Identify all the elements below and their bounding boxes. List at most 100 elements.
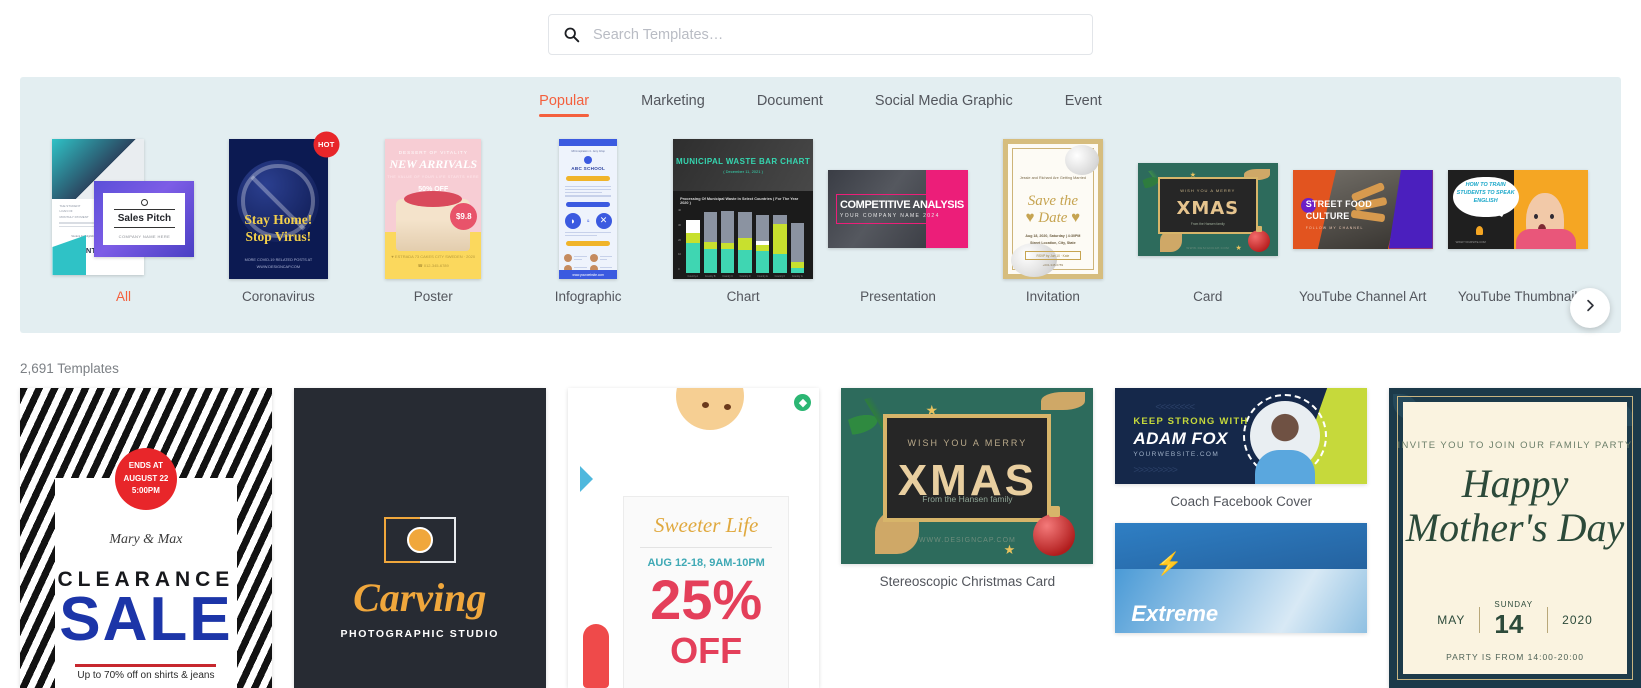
template-card-extreme[interactable]: ⚡ Extreme	[1115, 523, 1368, 633]
category-item-card[interactable]: ★ ★ ★ WISH YOU A MERRY XMAS From the Han…	[1130, 129, 1285, 304]
coach-t3: YOURWEBSITE.COM	[1133, 451, 1220, 458]
yt-bubble-text: HOW TO TRAIN STUDENTS TO SPEAK ENGLISH	[1456, 181, 1515, 205]
pitch-title: Sales Pitch	[117, 213, 172, 224]
category-item-youtube-channel-art[interactable]: STREET FOOD CULTURE FOLLOW MY CHANNEL Yo…	[1285, 129, 1440, 304]
chevron-right-icon	[1584, 299, 1597, 317]
category-label-card: Card	[1193, 289, 1223, 304]
carousel-next-button[interactable]	[1570, 288, 1610, 328]
verified-icon: ◆	[794, 394, 812, 411]
tab-popular[interactable]: Popular	[513, 93, 615, 117]
pitch-dot-icon	[140, 198, 148, 206]
category-thumb-coronavirus: HOT Stay Home! Stop Virus! MORE COVID-19…	[201, 133, 356, 279]
surfer-icon: ⚡	[1155, 551, 1183, 576]
category-item-infographic[interactable]: MO-Inspiration 4 - Amy Crisp ABC SCHOOL …	[511, 129, 666, 304]
yc-t3: FOLLOW MY CHANNEL	[1305, 225, 1364, 230]
iv-top: Jessie and Richard Are Getting Married	[1019, 176, 1087, 180]
category-label-chart: Chart	[726, 289, 760, 304]
category-thumb-poster: DESSERT OF VITALITY NEW ARRIVALS THE VAL…	[356, 139, 511, 279]
category-item-all[interactable]: THE STUDENT LOAN OF MONTHLY PAYMENT Studen…	[46, 129, 201, 304]
tab-document[interactable]: Document	[731, 93, 849, 117]
clearance-sub: Up to 70% off on shirts & jeans	[77, 670, 215, 681]
hot-badge: HOT	[314, 133, 338, 156]
category-row: THE STUDENT LOAN OF MONTHLY PAYMENT Studen…	[20, 129, 1621, 304]
template-grid: ENDS AT AUGUST 22 5:00PM Mary & Max CLEA…	[20, 388, 1641, 688]
clearance-names: Mary & Max	[109, 532, 183, 547]
category-thumb-card: ★ ★ ★ WISH YOU A MERRY XMAS From the Han…	[1130, 139, 1285, 279]
template-card-happy-mothers-day[interactable]: INVITE YOU TO JOIN OUR FAMILY PARTY Happ…	[1389, 388, 1641, 688]
popsicle-icon	[582, 624, 609, 688]
category-thumb-presentation: COMPETITIVE ANALYSIS YOUR COMPANY NAME 2…	[821, 139, 976, 279]
in-title: ABC SCHOOL	[571, 166, 606, 171]
tab-social-media-graphic[interactable]: Social Media Graphic	[849, 93, 1039, 117]
category-item-presentation[interactable]: COMPETITIVE ANALYSIS YOUR COMPANY NAME 2…	[821, 129, 976, 304]
po-t3: THE VALUE OF YOUR LIFE STARTS HERE	[387, 175, 480, 179]
category-item-chart[interactable]: MUNICIPAL WASTE BAR CHART ( December 11,…	[666, 129, 821, 304]
iv-d2: Street Location, City, State	[1030, 241, 1076, 246]
price-badge: $9.8	[450, 203, 478, 230]
extreme-title: Extreme	[1131, 601, 1219, 626]
category-item-invitation[interactable]: Jessie and Richard Are Getting Married S…	[975, 129, 1130, 304]
close-icon: ✕	[595, 212, 612, 229]
bulb-icon	[1475, 225, 1483, 235]
cv-line1: Stay Home!	[244, 211, 313, 227]
chart-caption: Processing Of Municipal Waste In Select …	[680, 197, 799, 205]
category-item-coronavirus[interactable]: HOT Stay Home! Stop Virus! MORE COVID-19…	[201, 129, 356, 304]
ornament-icon	[1033, 506, 1076, 556]
yc-t2: CULTURE	[1305, 210, 1350, 221]
md-t2: PARTY IS FROM 14:00-20:00	[1446, 652, 1585, 662]
chart-title: MUNICIPAL WASTE BAR CHART	[676, 156, 811, 166]
search-box[interactable]	[548, 14, 1093, 55]
cv-line2: Stop Virus!	[245, 228, 312, 244]
category-panel: Popular Marketing Document Social Media …	[20, 77, 1621, 333]
category-thumb-youtube-thumbnail: HOW TO TRAIN STUDENTS TO SPEAK ENGLISH W…	[1440, 139, 1595, 279]
school-icon	[584, 156, 593, 164]
in-pill-1	[566, 176, 611, 181]
pr-subtitle: YOUR COMPANY NAME 2024	[839, 213, 940, 219]
chart-date: ( December 11, 2021 )	[723, 168, 763, 174]
cv-foot2: WWW.DESIGNCAP.COM	[256, 264, 301, 269]
category-label-presentation: Presentation	[860, 289, 936, 304]
template-card-carving[interactable]: Carving PHOTOGRAPHIC STUDIO	[293, 388, 546, 688]
template-card-coach-facebook-cover[interactable]: <<<<<<<< >>>>>>>>> KEEP STRONG WITH ADAM…	[1115, 388, 1368, 509]
md-weekday: SUNDAY	[1494, 600, 1534, 609]
flower-top-icon	[1064, 145, 1099, 175]
carving-title: Carving	[353, 575, 487, 620]
category-item-youtube-thumbnail[interactable]: HOW TO TRAIN STUDENTS TO SPEAK ENGLISH W…	[1440, 129, 1595, 304]
category-item-poster[interactable]: DESSERT OF VITALITY NEW ARRIVALS THE VAL…	[356, 129, 511, 304]
po-addr: ♥ ESTRADA 73 CAKES CITY SWEDEN · 2020	[391, 254, 476, 260]
category-label-coronavirus: Coronavirus	[241, 289, 315, 304]
ribbon2-icon	[1041, 392, 1086, 410]
speaker-icon: ◗	[564, 212, 581, 229]
category-thumb-invitation: Jessie and Richard Are Getting Married S…	[975, 139, 1130, 279]
search-icon	[563, 26, 580, 43]
ends-at-badge: ENDS AT AUGUST 22 5:00PM	[114, 448, 177, 510]
in-sup: MO-Inspiration 4 - Amy Crisp	[571, 150, 605, 153]
category-thumb-chart: MUNICIPAL WASTE BAR CHART ( December 11,…	[666, 139, 821, 279]
search-input[interactable]	[591, 25, 1078, 44]
iv-d1: Aug 18, 2020, Saturday | 4:30PM	[1025, 234, 1081, 238]
template-card-sweeter-life[interactable]: ◆ Sweeter Life AUG 12-18, 9AM-10PM 25% O…	[567, 388, 820, 688]
iv-big1: Save the	[1027, 193, 1079, 209]
carving-sub: PHOTOGRAPHIC STUDIO	[340, 628, 500, 640]
yt-url: WWW.YOURSITE.COM	[1455, 239, 1486, 244]
category-label-youtube-thumbnail: YouTube Thumbnail	[1457, 289, 1578, 304]
category-label-infographic: Infographic	[554, 289, 622, 304]
clearance-sale-word: SALE	[59, 585, 233, 654]
po-t2: NEW ARRIVALS	[389, 157, 477, 171]
tab-event[interactable]: Event	[1039, 93, 1128, 117]
sweeter-title: Sweeter Life	[653, 513, 759, 537]
template-card-clearance-sale[interactable]: ENDS AT AUGUST 22 5:00PM Mary & Max CLEA…	[20, 388, 272, 688]
template-card-stereoscopic-christmas[interactable]: ★ ★ ★ WISH YOU A MERRY XMAS From the Han…	[841, 388, 1094, 589]
po-t1: DESSERT OF VITALITY	[398, 150, 468, 155]
in-footer: www.yourwebsite.com	[559, 270, 618, 279]
flower-bottom-icon	[1010, 243, 1057, 277]
triangle-icon	[580, 466, 606, 492]
category-label-invitation: Invitation	[1025, 289, 1080, 304]
template-count: 2,691 Templates	[20, 361, 119, 376]
yc-t1: STREET FOOD	[1305, 198, 1372, 209]
category-thumb-infographic: MO-Inspiration 4 - Amy Crisp ABC SCHOOL …	[511, 139, 666, 279]
pitch-subtitle: COMPANY NAME HERE	[118, 234, 171, 240]
tab-marketing[interactable]: Marketing	[615, 93, 731, 117]
category-thumb-all: THE STUDENT LOAN OF MONTHLY PAYMENT Studen…	[46, 139, 201, 279]
coach-t1: KEEP STRONG WITH	[1133, 416, 1249, 427]
